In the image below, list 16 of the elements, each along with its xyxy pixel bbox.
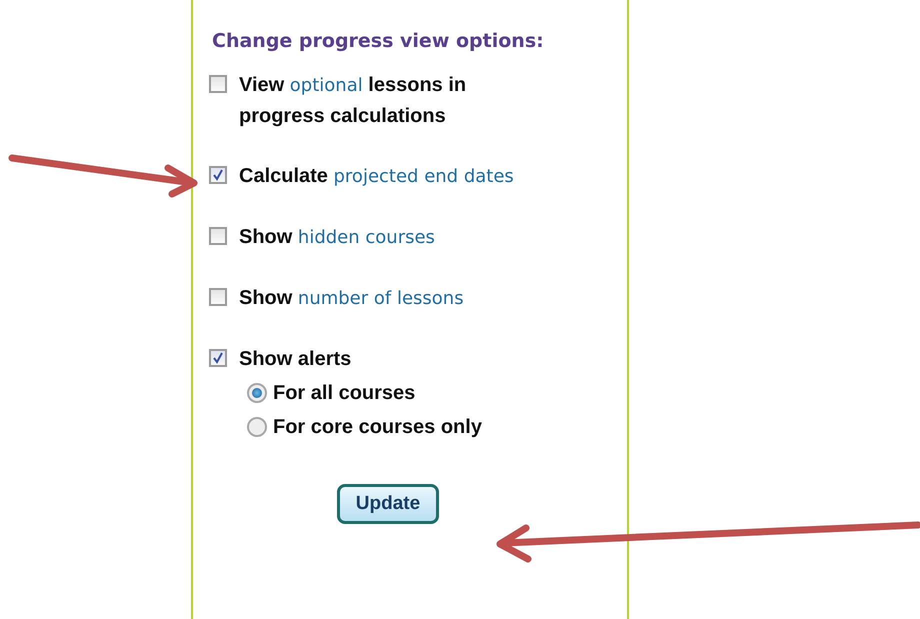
radio-button[interactable] <box>247 383 267 403</box>
radio-button[interactable] <box>247 417 267 437</box>
option-label[interactable]: Calculate projected end dates <box>239 161 529 192</box>
radio-label[interactable]: For all courses <box>273 382 416 404</box>
radio-label[interactable]: For core courses only <box>273 416 482 438</box>
panel-title: Change progress view options: <box>212 30 545 52</box>
option-label[interactable]: Show number of lessons <box>239 283 529 314</box>
checkbox[interactable] <box>209 227 227 245</box>
update-button[interactable]: Update <box>336 484 440 524</box>
option-label[interactable]: Show hidden courses <box>239 222 529 253</box>
option-label[interactable]: View optional lessons in progress calculations <box>239 70 529 131</box>
checkbox[interactable] <box>209 166 227 184</box>
checkbox[interactable] <box>209 349 227 367</box>
option-label[interactable]: Show alerts <box>239 344 529 374</box>
checkbox[interactable] <box>209 288 227 306</box>
checkbox[interactable] <box>209 75 227 93</box>
